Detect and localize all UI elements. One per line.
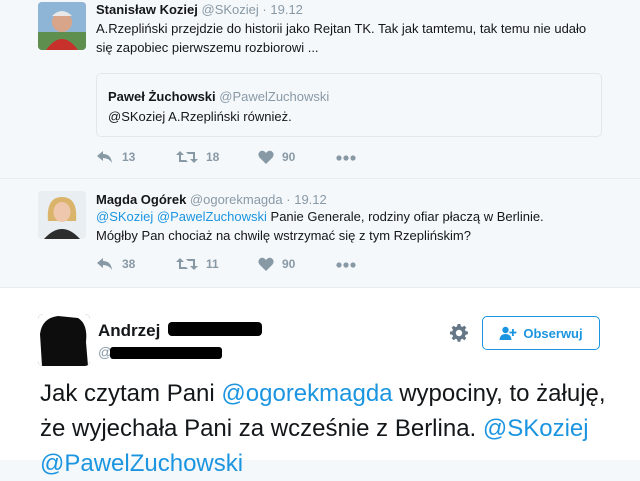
tweet-text-line2: Mógłby Pan chociaż na chwilę wstrzymać s… bbox=[96, 228, 471, 243]
timestamp[interactable]: 19.12 bbox=[294, 192, 327, 207]
like-count: 90 bbox=[282, 150, 296, 164]
retweet-count: 18 bbox=[206, 150, 220, 164]
tweet-text: @SKoziej @PawelZuchowski Panie Generale,… bbox=[96, 207, 616, 245]
retweet-icon bbox=[176, 258, 198, 270]
avatar-koziej[interactable] bbox=[38, 2, 86, 50]
tweet-header: Magda Ogórek @ogorekmagda · 19.12 bbox=[96, 192, 327, 208]
redacted-handle bbox=[110, 347, 222, 359]
follow-label: Obserwuj bbox=[523, 325, 583, 341]
more-icon bbox=[336, 155, 356, 161]
mention-link[interactable]: @SKoziej bbox=[483, 415, 589, 442]
retweet-button[interactable]: 18 bbox=[176, 150, 219, 164]
quoted-text: @SKoziej A.Rzepliński również. bbox=[108, 109, 292, 124]
redacted-surname bbox=[168, 322, 262, 336]
more-icon bbox=[336, 262, 356, 268]
tweet-ogorek[interactable]: Magda Ogórek @ogorekmagda · 19.12 @SKozi… bbox=[0, 179, 640, 287]
separator: · bbox=[286, 192, 291, 207]
reply-button[interactable]: 13 bbox=[96, 150, 135, 164]
more-button[interactable] bbox=[336, 262, 356, 268]
separator: · bbox=[262, 2, 267, 17]
tweet-actions: 38 11 90 bbox=[96, 257, 396, 277]
quoted-header: Paweł Żuchowski @PawelZuchowski bbox=[108, 89, 329, 105]
main-tweet-text: Jak czytam Pani @ogorekmagda wypociny, t… bbox=[40, 376, 620, 481]
main-text-part1: Jak czytam Pani bbox=[40, 380, 222, 407]
more-button[interactable] bbox=[336, 155, 356, 161]
tweet-actions: 13 18 90 bbox=[96, 150, 396, 170]
main-author-name-text: Andrzej bbox=[98, 321, 161, 340]
tweet-text-line1: Panie Generale, rodziny ofiar płaczą w B… bbox=[266, 209, 544, 224]
quoted-author-handle: @PawelZuchowski bbox=[219, 89, 330, 104]
author-name[interactable]: Stanisław Koziej bbox=[96, 2, 198, 17]
retweet-count: 11 bbox=[206, 257, 219, 271]
follow-button[interactable]: Obserwuj bbox=[482, 316, 600, 350]
quoted-tweet[interactable]: Paweł Żuchowski @PawelZuchowski @SKoziej… bbox=[96, 73, 602, 137]
like-button[interactable]: 90 bbox=[258, 150, 295, 164]
reply-icon bbox=[97, 151, 112, 163]
retweet-icon bbox=[176, 151, 198, 163]
timestamp[interactable]: 19.12 bbox=[270, 2, 303, 17]
reply-count: 13 bbox=[122, 150, 136, 164]
mention-link[interactable]: @SKoziej bbox=[96, 209, 153, 224]
reply-button[interactable]: 38 bbox=[96, 257, 135, 271]
author-name[interactable]: Magda Ogórek bbox=[96, 192, 186, 207]
gear-icon bbox=[450, 324, 468, 342]
author-handle[interactable]: @ogorekmagda bbox=[190, 192, 283, 207]
reply-icon bbox=[97, 258, 112, 270]
tweet-koziej[interactable]: Stanisław Koziej @SKoziej · 19.12 A.Rzep… bbox=[0, 0, 640, 178]
tweet-text: A.Rzepliński przejdzie do historii jako … bbox=[96, 21, 587, 55]
reply-count: 38 bbox=[122, 257, 136, 271]
quoted-author-name: Paweł Żuchowski bbox=[108, 89, 216, 104]
avatar-ogorek[interactable] bbox=[38, 191, 86, 239]
like-icon bbox=[258, 150, 274, 164]
follow-user-icon bbox=[499, 326, 517, 340]
retweet-button[interactable]: 11 bbox=[176, 257, 219, 271]
author-handle[interactable]: @SKoziej bbox=[202, 2, 259, 17]
like-button[interactable]: 90 bbox=[258, 257, 295, 271]
mention-link[interactable]: @ogorekmagda bbox=[221, 380, 392, 407]
like-icon bbox=[258, 257, 274, 271]
mention-link[interactable]: @PawelZuchowski bbox=[157, 209, 267, 224]
avatar-andrzej[interactable] bbox=[38, 314, 90, 366]
like-count: 90 bbox=[282, 257, 296, 271]
mention-link[interactable]: @PawelZuchowski bbox=[40, 450, 243, 477]
settings-button[interactable] bbox=[449, 323, 469, 343]
main-author-name[interactable]: Andrzej bbox=[98, 320, 160, 342]
tweet-header: Stanisław Koziej @SKoziej · 19.12 bbox=[96, 2, 303, 18]
